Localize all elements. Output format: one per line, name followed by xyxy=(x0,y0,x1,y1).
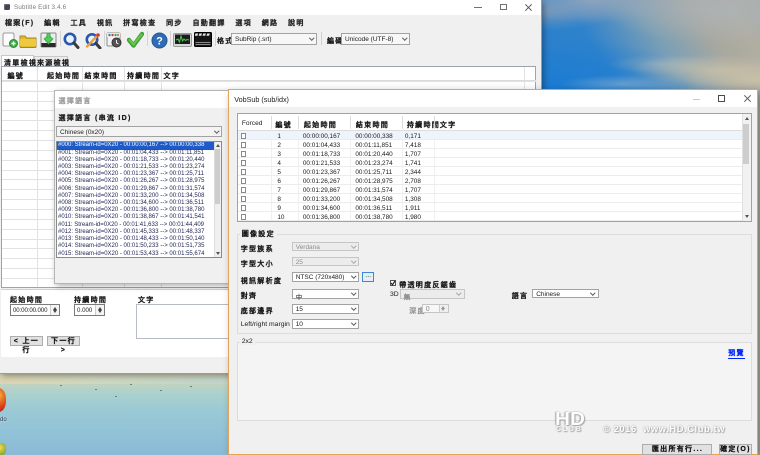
svg-text:?: ? xyxy=(156,36,163,48)
